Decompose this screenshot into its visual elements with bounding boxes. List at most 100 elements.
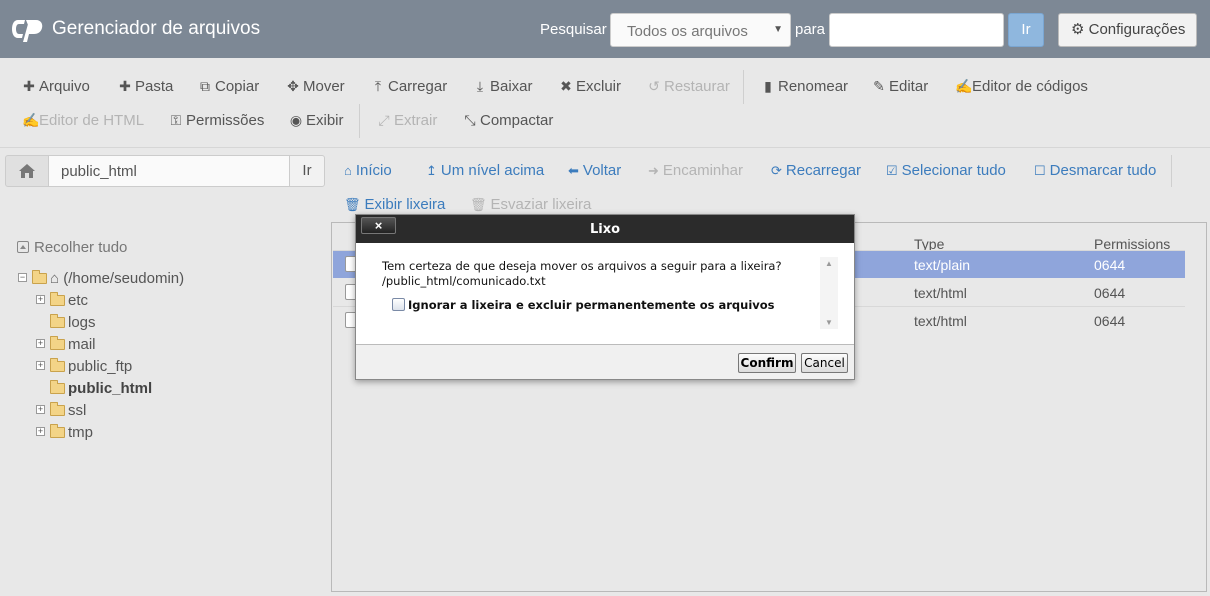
file-type-cell: text/html [914, 285, 967, 301]
pencil-icon: ✎ [873, 78, 885, 94]
restore-label: Restaurar [664, 78, 730, 95]
unselect-all-button[interactable]: ☐ Desmarcar tudo [1034, 162, 1156, 179]
cpanel-logo [12, 20, 43, 42]
nav-up-label: Um nível acima [440, 162, 545, 179]
rename-label: Renomear [778, 78, 849, 95]
new-folder-button[interactable]: ✚ Pasta [118, 78, 173, 95]
view-button[interactable]: ◉ Exibir [289, 112, 344, 129]
unselect-all-label: Desmarcar tudo [1049, 162, 1157, 179]
close-button[interactable]: × [361, 217, 396, 234]
search-input[interactable] [829, 13, 1004, 47]
expand-toggle-icon[interactable]: + [36, 427, 45, 436]
nav-forward-label: Encaminhar [662, 162, 743, 179]
cancel-button[interactable]: Cancel [801, 353, 848, 373]
scroll-up-icon[interactable]: ▲ [820, 259, 838, 268]
settings-label: Configurações [1088, 21, 1186, 38]
dialog-scrollbar[interactable]: ▲ ▼ [820, 257, 838, 329]
nav-forward-button[interactable]: ➜ Encaminhar [648, 162, 743, 179]
skip-trash-label: Ignorar a lixeira e excluir permanenteme… [408, 298, 775, 312]
view-trash-button[interactable]: 🗑 Exibir lixeira [344, 196, 445, 213]
skip-trash-checkbox[interactable] [392, 298, 405, 311]
edit-label: Editar [889, 78, 929, 95]
edit-button[interactable]: ✎ Editar [872, 78, 928, 95]
new-file-label: Arquivo [39, 78, 90, 95]
expand-toggle-icon[interactable]: + [36, 295, 45, 304]
tree-item-label: public_ftp [68, 358, 133, 375]
path-input[interactable]: public_html [48, 155, 290, 187]
upload-button[interactable]: ⤒ Carregar [371, 78, 447, 95]
upload-label: Carregar [388, 78, 448, 95]
level-up-icon: ↥ [426, 163, 437, 178]
empty-trash-button[interactable]: 🗑 Esvaziar lixeira [470, 196, 591, 213]
confirm-button[interactable]: Confirm [738, 353, 796, 373]
search-scope-select[interactable]: Todos os arquivos ▼ [610, 13, 791, 47]
nav-back-button[interactable]: ⬅ Voltar [568, 162, 621, 179]
path-go-button[interactable]: Ir [289, 155, 325, 187]
expand-toggle-icon[interactable]: + [36, 405, 45, 414]
extract-label: Extrair [394, 112, 438, 129]
undo-icon: ↺ [648, 78, 660, 94]
nav-up-button[interactable]: ↥ Um nível acima [426, 162, 544, 179]
tree-item-label: mail [68, 336, 96, 353]
gear-icon: ⚙ [1071, 21, 1085, 38]
delete-button[interactable]: ✖ Excluir [559, 78, 621, 95]
home-icon [19, 164, 35, 178]
expand-icon: ⤢ [378, 112, 390, 128]
close-icon: ✖ [560, 78, 572, 94]
search-go-button[interactable]: Ir [1008, 13, 1044, 47]
nav-reload-label: Recarregar [785, 162, 861, 179]
collapse-all-button[interactable]: Recolher tudo [17, 239, 127, 256]
nav-reload-button[interactable]: ⟳ Recarregar [771, 162, 861, 179]
folder-icon [50, 380, 65, 394]
dialog-file-path: /public_html/comunicado.txt [382, 274, 546, 288]
select-all-button[interactable]: ☑ Selecionar tudo [886, 162, 1006, 179]
search-label: Pesquisar [540, 21, 607, 38]
top-header: Gerenciador de arquivos Pesquisar Todos … [0, 0, 1210, 58]
new-folder-label: Pasta [135, 78, 174, 95]
expand-toggle-icon[interactable]: + [36, 339, 45, 348]
search-scope-value: Todos os arquivos [627, 23, 748, 40]
new-file-button[interactable]: ✚ Arquivo [22, 78, 90, 95]
empty-trash-label: Esvaziar lixeira [490, 196, 592, 213]
dialog-title: Lixo [589, 222, 621, 237]
permissions-button[interactable]: ⚿ Permissões [169, 112, 265, 129]
app-title: Gerenciador de arquivos [52, 18, 261, 39]
skip-trash-option[interactable]: Ignorar a lixeira e excluir permanenteme… [392, 298, 775, 312]
file-type-cell: text/plain [914, 257, 971, 273]
collapse-all-label: Recolher tudo [34, 239, 128, 256]
settings-button[interactable]: ⚙ Configurações [1058, 13, 1197, 47]
html-editor-label: Editor de HTML [39, 112, 145, 129]
nav-home-button[interactable]: ⌂ Início [344, 162, 392, 179]
nav-home-label: Início [355, 162, 392, 179]
arrow-right-icon: ➜ [648, 163, 659, 178]
code-editor-button[interactable]: ✍Editor de códigos [955, 78, 1088, 95]
toolbar-divider [743, 70, 744, 104]
arrow-left-icon: ⬅ [568, 163, 579, 178]
code-editor-label: Editor de códigos [972, 78, 1088, 95]
move-label: Mover [303, 78, 345, 95]
download-button[interactable]: ⤓ Baixar [473, 78, 533, 95]
collapse-toggle-icon[interactable]: − [18, 273, 27, 282]
compress-button[interactable]: ⤡ Compactar [463, 112, 553, 129]
trash-confirm-dialog: Lixo × Tem certeza de que deseja mover o… [355, 214, 855, 380]
tree-item-label: logs [68, 314, 96, 331]
download-label: Baixar [490, 78, 533, 95]
extract-button[interactable]: ⤢ Extrair [377, 112, 437, 129]
folder-icon [50, 314, 65, 328]
scroll-down-icon[interactable]: ▼ [820, 318, 838, 327]
html-editor-button[interactable]: ✍Editor de HTML [22, 112, 144, 129]
rename-button[interactable]: ▮ Renomear [761, 78, 848, 95]
file-icon: ▮ [764, 78, 772, 94]
nav-divider [1171, 155, 1172, 187]
home-icon: ⌂ [50, 270, 60, 287]
tree-item-label: public_html [68, 380, 153, 397]
expand-toggle-icon[interactable]: + [36, 361, 45, 370]
nav-back-label: Voltar [582, 162, 622, 179]
copy-button[interactable]: ⧉ Copiar [198, 78, 259, 95]
home-folder-button[interactable] [5, 155, 49, 187]
restore-button[interactable]: ↺ Restaurar [647, 78, 730, 95]
move-button[interactable]: ✥ Mover [286, 78, 345, 95]
checkbox-checked-icon: ☑ [886, 163, 898, 178]
select-all-label: Selecionar tudo [901, 162, 1006, 179]
move-icon: ✥ [287, 78, 299, 94]
